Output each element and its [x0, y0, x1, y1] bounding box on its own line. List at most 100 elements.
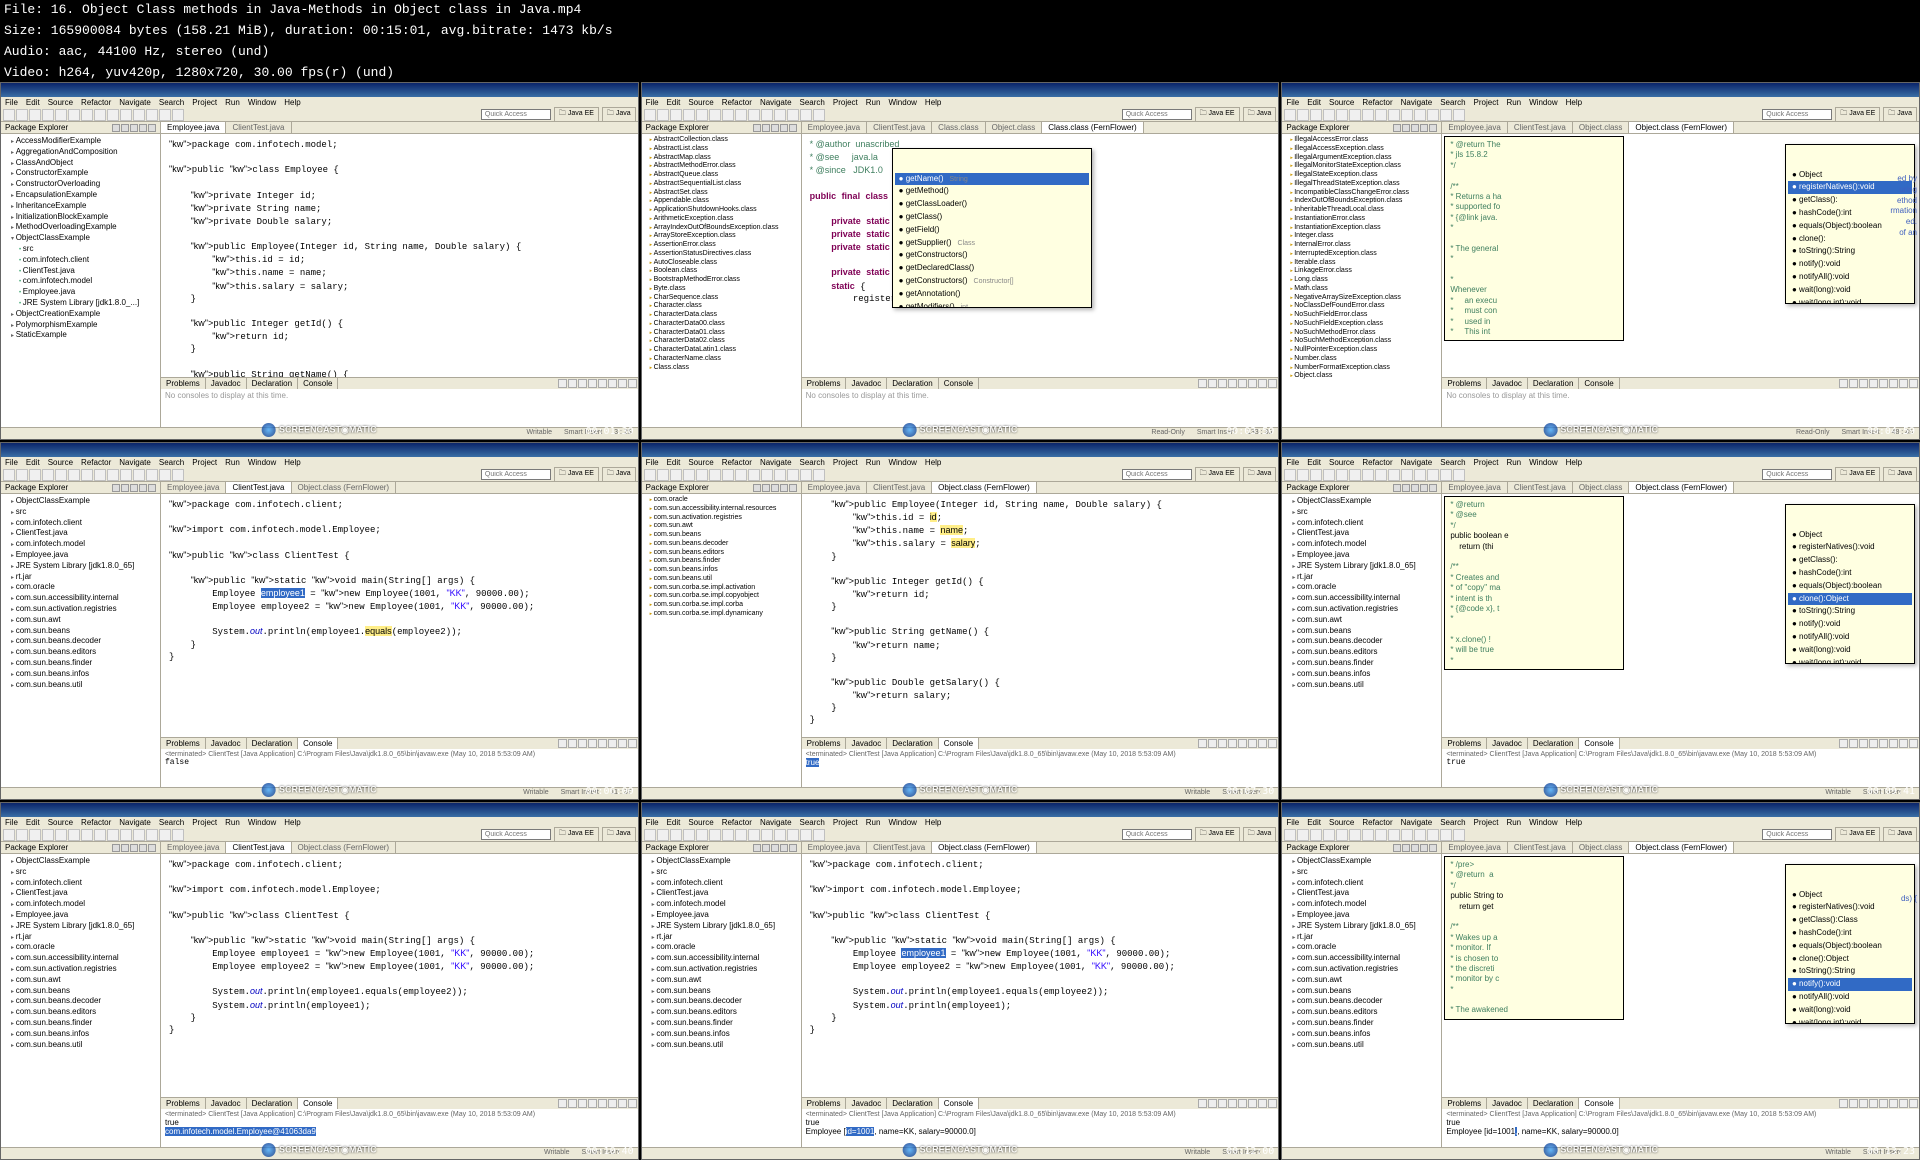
menu-navigate[interactable]: Navigate	[1401, 98, 1433, 107]
autocomplete-item[interactable]: ● notifyAll():void	[1788, 991, 1912, 1004]
toolbar-button[interactable]	[1427, 829, 1439, 841]
package-explorer-tab[interactable]: Package Explorer	[1282, 842, 1441, 854]
tree-leaf[interactable]: JRE System Library [jdk1.8.0_...]	[3, 298, 158, 309]
toolbar-button[interactable]	[55, 469, 67, 481]
tree-node[interactable]: MethodOverloadingExample	[3, 222, 158, 233]
class-entry[interactable]: AssertionStatusDirectives.class	[644, 250, 799, 259]
tab-console[interactable]: Console	[939, 378, 979, 389]
menu-window[interactable]: Window	[248, 458, 276, 467]
console-toolbar-button[interactable]	[1268, 1099, 1277, 1108]
autocomplete-item[interactable]: ● getField()	[895, 224, 1089, 237]
toolbar-button[interactable]	[670, 469, 682, 481]
tab-declaration[interactable]: Declaration	[887, 1098, 938, 1109]
package-explorer-tab[interactable]: Package Explorer	[642, 842, 801, 854]
tree-node[interactable]: ObjectClassExample	[1284, 856, 1439, 867]
class-list[interactable]: AbstractCollection.classAbstractList.cla…	[642, 134, 801, 427]
menu-run[interactable]: Run	[1506, 818, 1521, 827]
view-menu-icon[interactable]	[130, 484, 138, 492]
console-toolbar-button[interactable]	[578, 379, 587, 388]
console-toolbar-button[interactable]	[1238, 1099, 1247, 1108]
autocomplete-item[interactable]: ● getMethod()	[895, 185, 1089, 198]
class-entry[interactable]: InternalError.class	[1284, 241, 1439, 250]
autocomplete-item[interactable]: ● toString():String	[1788, 605, 1912, 618]
menu-window[interactable]: Window	[1529, 818, 1557, 827]
autocomplete-item[interactable]: ● notify():void	[1788, 258, 1912, 271]
toolbar-button[interactable]	[722, 469, 734, 481]
toolbar-button[interactable]	[1336, 469, 1348, 481]
console-toolbar-button[interactable]	[1208, 379, 1217, 388]
menu-source[interactable]: Source	[48, 98, 73, 107]
tree-node[interactable]: Employee.java	[1284, 910, 1439, 921]
autocomplete-item[interactable]: ● getModifiers()int	[895, 301, 1089, 308]
tree-node[interactable]: src	[644, 867, 799, 878]
class-entry[interactable]: com.sun.corba.se.impl.copyobject	[644, 592, 799, 601]
autocomplete-item[interactable]: ● notifyAll():void	[1788, 631, 1912, 644]
code-editor[interactable]: "kw">package com.infotech.client; "kw">i…	[802, 854, 1279, 1097]
quick-access-input[interactable]	[1122, 109, 1192, 120]
class-entry[interactable]: com.sun.corba.se.impl.corba	[644, 601, 799, 610]
toolbar-button[interactable]	[800, 469, 812, 481]
project-tree[interactable]: ObjectClassExamplesrccom.infotech.client…	[642, 854, 801, 1147]
menu-search[interactable]: Search	[159, 458, 184, 467]
class-entry[interactable]: Object.class	[1284, 372, 1439, 381]
menu-edit[interactable]: Edit	[1307, 98, 1321, 107]
toolbar-button[interactable]	[1310, 109, 1322, 121]
console-output[interactable]: No consoles to display at this time.	[161, 389, 638, 427]
maximize-icon[interactable]	[1429, 844, 1437, 852]
toolbar-button[interactable]	[120, 829, 132, 841]
editor-tab[interactable]: Object.class (FernFlower)	[292, 842, 397, 853]
menu-edit[interactable]: Edit	[667, 458, 681, 467]
menu-source[interactable]: Source	[48, 818, 73, 827]
toolbar-button[interactable]	[657, 829, 669, 841]
console-toolbar-button[interactable]	[568, 1099, 577, 1108]
menu-source[interactable]: Source	[1329, 458, 1354, 467]
link-editor-icon[interactable]	[121, 124, 129, 132]
class-entry[interactable]: IllegalArgumentException.class	[1284, 154, 1439, 163]
tab-problems[interactable]: Problems	[802, 738, 847, 749]
class-entry[interactable]: Appendable.class	[644, 197, 799, 206]
menu-refactor[interactable]: Refactor	[722, 818, 752, 827]
tree-node[interactable]: com.sun.accessibility.internal	[1284, 593, 1439, 604]
tab-declaration[interactable]: Declaration	[247, 738, 298, 749]
toolbar-button[interactable]	[81, 829, 93, 841]
toolbar-button[interactable]	[748, 829, 760, 841]
class-entry[interactable]: CharSequence.class	[644, 294, 799, 303]
class-entry[interactable]: CharacterName.class	[644, 355, 799, 364]
autocomplete-item[interactable]: ● getClass()	[895, 211, 1089, 224]
toolbar-button[interactable]	[722, 109, 734, 121]
menu-edit[interactable]: Edit	[26, 818, 40, 827]
toolbar-button[interactable]	[146, 109, 158, 121]
menu-project[interactable]: Project	[192, 98, 217, 107]
tree-node[interactable]: com.sun.beans.editors	[1284, 1007, 1439, 1018]
quick-access-input[interactable]	[481, 109, 551, 120]
tree-node[interactable]: com.sun.beans.util	[1284, 1040, 1439, 1051]
toolbar-button[interactable]	[81, 469, 93, 481]
editor-tab[interactable]: ClientTest.java	[1508, 122, 1573, 133]
tree-node[interactable]: com.sun.beans.infos	[1284, 669, 1439, 680]
toolbar-button[interactable]	[94, 469, 106, 481]
view-menu-icon[interactable]	[771, 844, 779, 852]
toolbar-button[interactable]	[107, 829, 119, 841]
console-toolbar-button[interactable]	[1889, 1099, 1898, 1108]
tree-node[interactable]: com.infotech.model	[644, 899, 799, 910]
minimize-icon[interactable]	[139, 484, 147, 492]
tab-declaration[interactable]: Declaration	[1528, 738, 1579, 749]
console-toolbar-button[interactable]	[578, 739, 587, 748]
autocomplete-item[interactable]: ● toString():String	[1788, 965, 1912, 978]
toolbar-button[interactable]	[696, 829, 708, 841]
autocomplete-popup[interactable]: ● Object● registerNatives():void● getCla…	[1785, 864, 1915, 1024]
toolbar-button[interactable]	[1427, 469, 1439, 481]
toolbar-button[interactable]	[1284, 469, 1296, 481]
toolbar-button[interactable]	[1362, 109, 1374, 121]
editor-tab[interactable]: Object.class	[1573, 122, 1630, 133]
link-editor-icon[interactable]	[121, 844, 129, 852]
tab-javadoc[interactable]: Javadoc	[206, 1098, 247, 1109]
tree-node[interactable]: rt.jar	[1284, 932, 1439, 943]
autocomplete-item[interactable]: ● hashCode():int	[1788, 567, 1912, 580]
tree-node[interactable]: InheritanceExample	[3, 201, 158, 212]
toolbar-button[interactable]	[159, 109, 171, 121]
autocomplete-item[interactable]: ● wait(long,int):void	[1788, 657, 1912, 664]
class-entry[interactable]: com.sun.accessibility.internal.resources	[644, 505, 799, 514]
console-toolbar-button[interactable]	[1258, 739, 1267, 748]
menu-search[interactable]: Search	[1440, 458, 1465, 467]
